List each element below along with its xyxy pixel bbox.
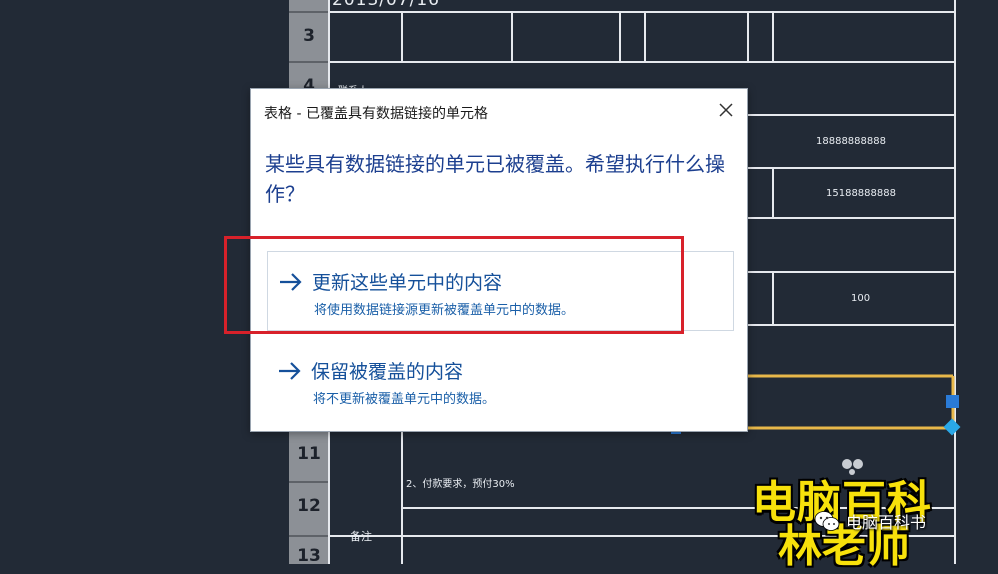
row-number-11[interactable]: 11 <box>289 444 329 464</box>
watermark-account: 电脑百科书 <box>814 509 926 533</box>
watermark-account-name: 电脑百科书 <box>846 513 927 532</box>
wechat-icon <box>814 511 840 531</box>
annotation-highlight-box <box>224 236 684 334</box>
row-number-3[interactable]: 3 <box>289 26 329 46</box>
close-button[interactable] <box>713 97 739 123</box>
keep-overwritten-title: 保留被覆盖的内容 <box>311 361 464 383</box>
cell-remark-label: 备注 <box>350 530 372 543</box>
main-instruction: 某些具有数据链接的单元已被覆盖。希望执行什么操作？ <box>265 152 725 206</box>
date-text: 2013/07/16 <box>332 0 440 10</box>
grip-diamond <box>943 418 961 436</box>
grip-square <box>946 395 959 408</box>
row-number-12[interactable]: 12 <box>289 496 329 516</box>
cell-phone-2: 15188888888 <box>826 188 896 199</box>
arrow-right-icon <box>279 362 301 380</box>
row-number-13[interactable]: 13 <box>289 546 329 566</box>
cell-payment-note: 2、付款要求，预付30% <box>406 479 515 490</box>
close-icon <box>719 103 733 117</box>
cell-phone-1: 18888888888 <box>816 136 886 147</box>
cell-value-100: 100 <box>851 293 871 304</box>
keep-overwritten-option[interactable]: 保留被覆盖的内容 将不更新被覆盖单元中的数据。 <box>267 341 734 421</box>
keep-overwritten-description: 将不更新被覆盖单元中的数据。 <box>313 392 496 407</box>
dialog-title: 表格 - 已覆盖具有数据链接的单元格 <box>264 106 488 122</box>
